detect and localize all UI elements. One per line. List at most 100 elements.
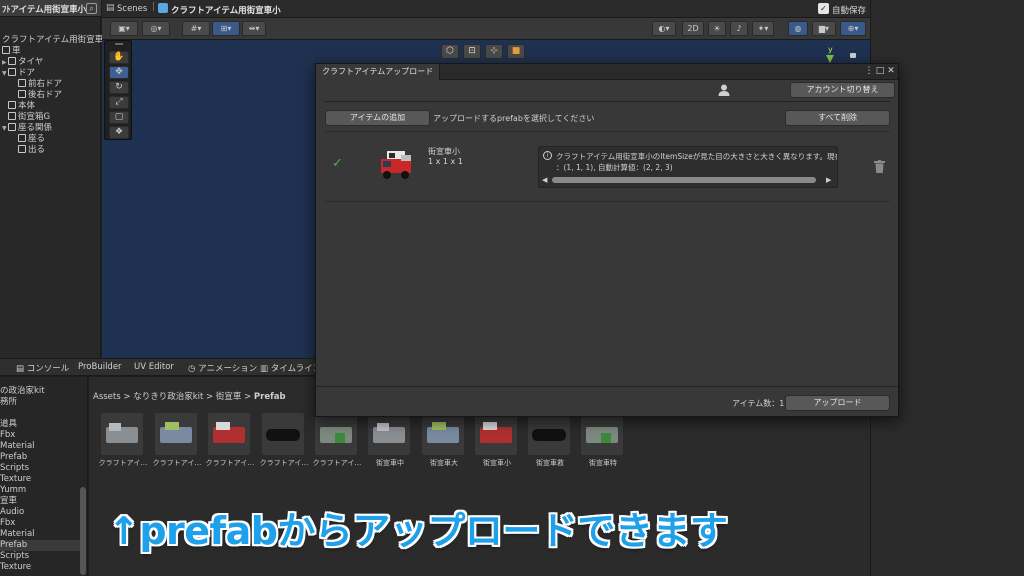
- folder-item[interactable]: Texture: [0, 562, 31, 573]
- window-tab[interactable]: クラフトアイテムアップロード: [316, 64, 441, 80]
- asset-tile[interactable]: 街宣車大: [422, 413, 466, 468]
- rotate-tool-icon[interactable]: ↻: [109, 81, 129, 94]
- folder-tree-scrollbar[interactable]: [80, 487, 86, 575]
- camera-dropdown[interactable]: ▆▾: [812, 21, 836, 36]
- cube-view-icon[interactable]: ⬡: [441, 44, 459, 59]
- breadcrumb-prefab[interactable]: クラフトアイテム用街宣車小: [171, 4, 281, 16]
- hidden-objects-toggle[interactable]: ◍: [788, 21, 808, 36]
- effects-dropdown[interactable]: ✦▾: [752, 21, 774, 36]
- scale-tool-icon[interactable]: ⤢: [109, 96, 129, 109]
- breadcrumb-kit[interactable]: なりきり政治家kit: [133, 392, 203, 402]
- increment-snap-button[interactable]: ⇹▾: [242, 21, 266, 36]
- asset-tile[interactable]: クラフトアイ…: [153, 413, 201, 468]
- asset-tile[interactable]: クラフトアイ…: [260, 413, 308, 468]
- folder-item[interactable]: Fbx: [0, 430, 15, 441]
- folder-item[interactable]: Audio: [0, 507, 24, 518]
- hierarchy-root-node[interactable]: クラフトアイテム用街宣車小: [2, 35, 112, 46]
- grid-dropdown[interactable]: #▾: [182, 21, 210, 36]
- hierarchy-node[interactable]: ▶ タイヤ: [2, 57, 43, 68]
- upload-button[interactable]: アップロード: [785, 395, 890, 411]
- tool-palette: ✋ ✥ ↻ ⤢ ▢ ❖: [104, 40, 132, 140]
- hierarchy-node[interactable]: ▼ 座る関係: [2, 123, 52, 134]
- hierarchy-node[interactable]: ▼ ドア: [2, 68, 35, 79]
- draw-mode-dropdown[interactable]: ▣▾: [110, 21, 138, 36]
- breadcrumb-vehicle[interactable]: 街宣車: [216, 392, 242, 402]
- tab-console[interactable]: ▤ コンソール: [16, 362, 69, 374]
- folder-item[interactable]: Prefab: [0, 452, 27, 463]
- hierarchy-node[interactable]: 街宣箱G: [8, 112, 50, 123]
- tab-uv-editor[interactable]: UV Editor: [134, 362, 174, 372]
- delete-all-button[interactable]: すべて削除: [785, 110, 890, 126]
- window-titlebar[interactable]: クラフトアイテムアップロード ⋮ □ ✕: [316, 64, 898, 80]
- scroll-right-icon[interactable]: ▶: [826, 175, 831, 185]
- audio-toggle[interactable]: ♪: [730, 21, 748, 36]
- size-warning-box: i クラフトアイテム用街宣車小のItemSizeが見た目の大きさと大きく異なりま…: [538, 146, 838, 188]
- transform-tool-icon[interactable]: ❖: [109, 126, 129, 139]
- asset-tile[interactable]: 街宣車救: [528, 413, 572, 468]
- hierarchy-node[interactable]: 後右ドア: [18, 90, 62, 101]
- breadcrumb-assets[interactable]: Assets: [93, 392, 121, 402]
- palette-handle[interactable]: [115, 43, 123, 45]
- cube-icon: [8, 101, 16, 109]
- asset-label: クラフトアイ…: [259, 459, 309, 467]
- cube-icon: [18, 90, 26, 98]
- hierarchy-node[interactable]: 本体: [8, 101, 35, 112]
- maximize-icon[interactable]: □: [875, 66, 885, 77]
- toggle-2d-button[interactable]: 2D: [682, 21, 704, 36]
- rect-tool-icon[interactable]: ▢: [109, 111, 129, 124]
- folder-item[interactable]: 務所: [0, 397, 17, 408]
- folder-item-selected[interactable]: Prefab: [0, 540, 80, 551]
- gizmos-dropdown[interactable]: ⊕▾: [840, 21, 866, 36]
- asset-tile[interactable]: 街宣車中: [368, 413, 412, 468]
- folder-item[interactable]: の政治家kit: [0, 386, 45, 397]
- asset-tile[interactable]: クラフトアイ…: [99, 413, 147, 468]
- warning-text-line2: ：(1, 1, 1), 自動計算値：(2, 2, 3): [556, 163, 673, 172]
- folder-item[interactable]: 道具: [0, 419, 17, 430]
- asset-tile[interactable]: クラフトアイ…: [206, 413, 254, 468]
- pivot-view-icon[interactable]: ⊹: [485, 44, 503, 59]
- account-switch-button[interactable]: アカウント切り替え: [790, 82, 895, 98]
- horizontal-scrollbar[interactable]: ◀ ▶: [542, 175, 834, 185]
- scroll-left-icon[interactable]: ◀: [542, 175, 547, 185]
- snap-dropdown[interactable]: ⊞▾: [212, 21, 240, 36]
- asset-tile[interactable]: 街宣車小: [475, 413, 519, 468]
- folder-item[interactable]: Fbx: [0, 518, 15, 529]
- pivot-dropdown[interactable]: ◎▾: [142, 21, 170, 36]
- scrollbar-thumb[interactable]: [552, 177, 816, 183]
- folder-item[interactable]: 宣車: [0, 496, 17, 507]
- lighting-toggle[interactable]: ☀: [708, 21, 726, 36]
- folder-item[interactable]: Material: [0, 529, 35, 540]
- hierarchy-node[interactable]: 座る: [18, 134, 45, 145]
- autosave-checkbox[interactable]: ✓: [818, 3, 829, 14]
- close-icon[interactable]: ✕: [886, 66, 896, 77]
- tab-probuilder[interactable]: ProBuilder: [78, 362, 122, 372]
- move-tool-icon[interactable]: ✥: [109, 66, 129, 79]
- asset-tile[interactable]: 街宣車特: [581, 413, 625, 468]
- hand-tool-icon[interactable]: ✋: [109, 51, 129, 64]
- breadcrumb-scenes[interactable]: Scenes: [117, 4, 147, 14]
- more-options-icon[interactable]: ⋮: [864, 66, 874, 77]
- trash-icon[interactable]: [874, 160, 885, 173]
- folder-item[interactable]: Texture: [0, 474, 31, 485]
- scene-gizmo[interactable]: y: [822, 44, 862, 64]
- asset-tile[interactable]: クラフトアイ…: [313, 413, 361, 468]
- autosave-label: 自動保存: [832, 6, 867, 16]
- hierarchy-node[interactable]: 出る: [18, 145, 45, 156]
- folder-item[interactable]: Material: [0, 441, 35, 452]
- folder-item[interactable]: Yumm: [0, 485, 26, 496]
- folder-item[interactable]: Scripts: [0, 463, 29, 474]
- tab-animation[interactable]: ◷ アニメーション: [188, 362, 257, 374]
- hierarchy-node[interactable]: 前右ドア: [18, 79, 62, 90]
- rect-view-icon[interactable]: ⊡: [463, 44, 481, 59]
- tab-timeline[interactable]: ▥ タイムライン: [260, 362, 321, 374]
- search-icon[interactable]: ⌕: [86, 3, 97, 14]
- select-prefab-hint: アップロードするprefabを選択してください: [433, 114, 595, 123]
- cube-icon: [8, 68, 16, 76]
- solid-cube-icon[interactable]: ■: [507, 44, 525, 59]
- shading-mode-dropdown[interactable]: ◐▾: [652, 21, 676, 36]
- asset-label: 街宣車救: [536, 459, 564, 467]
- add-item-button[interactable]: アイテムの追加: [325, 110, 430, 126]
- folder-item[interactable]: Scripts: [0, 551, 29, 562]
- divider: [324, 131, 890, 132]
- hierarchy-node[interactable]: 車: [2, 46, 21, 57]
